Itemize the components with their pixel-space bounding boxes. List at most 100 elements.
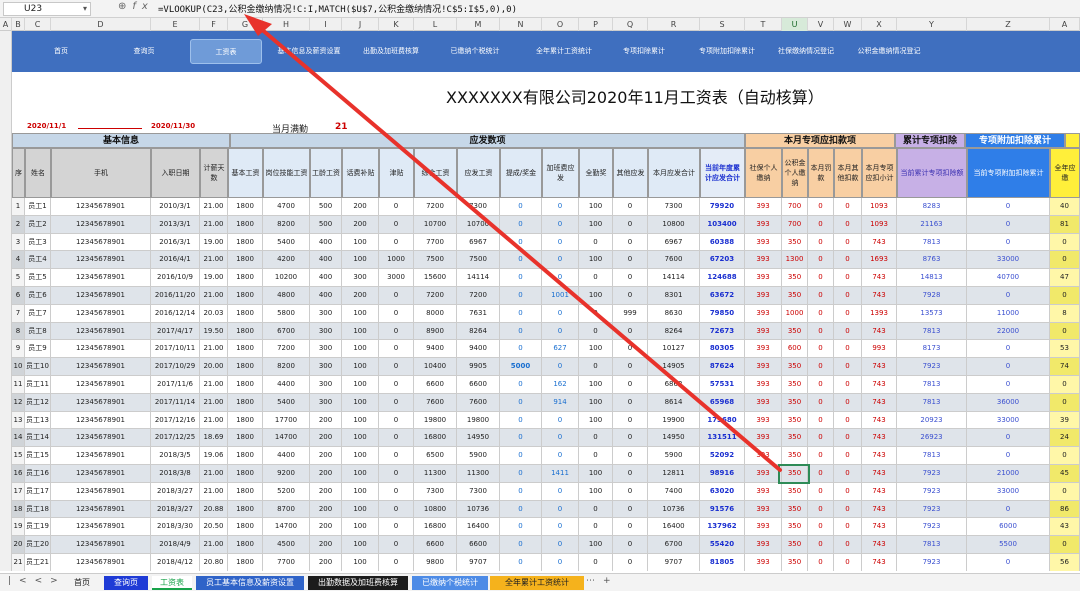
table-cell[interactable]: 2017/12/16 — [151, 411, 200, 430]
column-header[interactable]: P — [579, 18, 613, 31]
table-cell[interactable]: 7923 — [897, 554, 967, 571]
table-cell[interactable]: 1800 — [228, 251, 263, 270]
table-cell[interactable]: 100 — [579, 376, 613, 394]
table-cell[interactable]: 0 — [834, 322, 862, 341]
table-cell[interactable]: 0 — [613, 393, 648, 412]
table-cell[interactable]: 0 — [500, 304, 542, 323]
table-cell[interactable]: 5800 — [263, 304, 310, 323]
table-cell[interactable]: 0 — [967, 340, 1050, 359]
table-cell[interactable]: 20.88 — [200, 500, 228, 519]
table-cell[interactable]: 100 — [579, 411, 613, 430]
table-cell[interactable]: 9400 — [457, 340, 500, 359]
table-cell[interactable]: 7500 — [414, 251, 457, 270]
table-cell[interactable]: 200 — [310, 429, 342, 448]
formula-input[interactable]: =VLOOKUP(C23,公积金缴纳情况!C:I,MATCH($U$7,公积金缴… — [158, 2, 517, 15]
table-cell[interactable]: 0 — [834, 269, 862, 287]
table-cell[interactable]: 19900 — [648, 411, 700, 430]
table-cell[interactable]: 0 — [500, 251, 542, 270]
table-cell[interactable]: 350 — [782, 322, 808, 341]
table-cell[interactable]: 19.06 — [200, 447, 228, 465]
table-cell[interactable]: 4500 — [263, 536, 310, 554]
table-cell[interactable]: 40700 — [967, 269, 1050, 287]
table-cell[interactable]: 21.00 — [200, 340, 228, 359]
table-cell[interactable]: 627 — [542, 340, 579, 359]
table-cell[interactable]: 0 — [613, 233, 648, 252]
table-cell[interactable]: 1093 — [862, 198, 897, 216]
table-cell[interactable]: 0 — [1050, 482, 1080, 501]
table-cell[interactable]: 20 — [12, 536, 25, 554]
table-cell[interactable]: 1800 — [228, 322, 263, 341]
first-sheet-icon[interactable]: |< — [8, 576, 35, 586]
table-cell[interactable]: 79850 — [700, 304, 745, 323]
table-cell[interactable]: 393 — [745, 393, 782, 412]
table-cell[interactable]: 0 — [613, 482, 648, 501]
table-cell[interactable]: 6 — [12, 287, 25, 305]
table-cell[interactable]: 19 — [12, 518, 25, 537]
table-cell[interactable]: 0 — [834, 554, 862, 571]
table-cell[interactable]: 100 — [579, 251, 613, 270]
table-cell[interactable]: 0 — [967, 447, 1050, 465]
table-cell[interactable]: 12345678901 — [51, 287, 151, 305]
table-cell[interactable]: 员工18 — [25, 500, 51, 519]
table-cell[interactable]: 0 — [613, 322, 648, 341]
table-cell[interactable]: 0 — [613, 358, 648, 376]
table-cell[interactable]: 8301 — [648, 287, 700, 305]
column-header[interactable]: I — [310, 18, 342, 31]
table-cell[interactable]: 员工5 — [25, 269, 51, 287]
table-cell[interactable]: 300 — [310, 358, 342, 376]
table-cell[interactable]: 393 — [745, 465, 782, 483]
table-cell[interactable]: 0 — [1050, 447, 1080, 465]
table-cell[interactable]: 0 — [967, 358, 1050, 376]
table-cell[interactable]: 743 — [862, 518, 897, 537]
sheet-tab[interactable]: 工资表 — [152, 576, 192, 590]
table-cell[interactable]: 13573 — [897, 304, 967, 323]
table-cell[interactable]: 100 — [342, 322, 379, 341]
table-cell[interactable]: 16800 — [414, 518, 457, 537]
table-cell[interactable]: 0 — [542, 429, 579, 448]
table-cell[interactable]: 1800 — [228, 269, 263, 287]
table-cell[interactable]: 300 — [310, 322, 342, 341]
table-cell[interactable]: 12345678901 — [51, 304, 151, 323]
column-header[interactable]: Z — [967, 18, 1050, 31]
table-cell[interactable]: 47 — [1050, 269, 1080, 287]
table-row[interactable]: 14 员工14 12345678901 2017/12/25 18.69 1800 1470… — [0, 429, 1080, 448]
table-cell[interactable]: 350 — [782, 269, 808, 287]
table-cell[interactable]: 300 — [310, 393, 342, 412]
table-cell[interactable]: 6600 — [414, 536, 457, 554]
table-cell[interactable]: 8200 — [263, 215, 310, 234]
more-icon[interactable]: ⋯ — [586, 576, 603, 586]
table-cell[interactable]: 100 — [342, 554, 379, 571]
table-cell[interactable]: 5900 — [457, 447, 500, 465]
table-cell[interactable]: 0 — [500, 482, 542, 501]
table-row[interactable]: 19 员工19 12345678901 2018/3/30 20.50 1800 14700… — [0, 518, 1080, 537]
table-cell[interactable]: 0 — [379, 287, 414, 305]
table-cell[interactable]: 0 — [808, 429, 834, 448]
name-box[interactable]: U23 ▾ — [3, 2, 91, 16]
table-cell[interactable]: 57531 — [700, 376, 745, 394]
table-cell[interactable]: 743 — [862, 465, 897, 483]
table-cell[interactable]: 350 — [782, 411, 808, 430]
table-cell[interactable]: 7813 — [897, 233, 967, 252]
table-cell[interactable]: 55420 — [700, 536, 745, 554]
table-cell[interactable]: 19800 — [414, 411, 457, 430]
table-cell[interactable]: 393 — [745, 287, 782, 305]
table-cell[interactable]: 0 — [1050, 393, 1080, 412]
table-cell[interactable]: 33000 — [967, 411, 1050, 430]
table-cell[interactable]: 393 — [745, 536, 782, 554]
table-row[interactable]: 2 员工2 12345678901 2013/3/1 21.00 1800 8200 500 2… — [0, 215, 1080, 234]
table-cell[interactable]: 14950 — [648, 429, 700, 448]
table-cell[interactable]: 100 — [579, 340, 613, 359]
table-cell[interactable]: 9707 — [648, 554, 700, 571]
table-cell[interactable]: 100 — [579, 198, 613, 216]
table-cell[interactable]: 393 — [745, 518, 782, 537]
table-cell[interactable]: 0 — [500, 198, 542, 216]
table-cell[interactable]: 10127 — [648, 340, 700, 359]
table-cell[interactable]: 200 — [342, 215, 379, 234]
table-cell[interactable]: 137962 — [700, 518, 745, 537]
table-cell[interactable]: 2016/3/1 — [151, 233, 200, 252]
table-cell[interactable]: 100 — [342, 518, 379, 537]
table-cell[interactable]: 0 — [613, 500, 648, 519]
table-cell[interactable]: 0 — [613, 251, 648, 270]
table-cell[interactable]: 1001 — [542, 287, 579, 305]
table-cell[interactable]: 700 — [782, 215, 808, 234]
